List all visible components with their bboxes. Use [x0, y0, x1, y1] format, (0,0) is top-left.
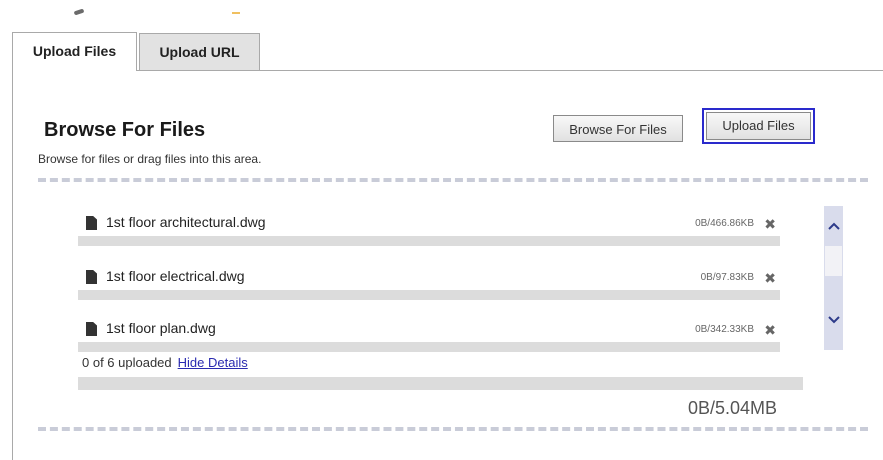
file-size: 0B/97.83KB: [700, 272, 754, 283]
drop-hint: Browse for files or drag files into this…: [38, 152, 262, 166]
tab-upload-url[interactable]: Upload URL: [139, 33, 260, 70]
file-icon: [86, 216, 97, 230]
header-logo-fragment: [73, 8, 85, 16]
scrollbar-thumb[interactable]: [825, 246, 842, 276]
upload-summary: 0 of 6 uploaded Hide Details: [82, 355, 248, 370]
upload-files-button[interactable]: Upload Files: [702, 108, 815, 144]
close-icon[interactable]: ✖: [764, 216, 776, 233]
file-row: 1st floor architectural.dwg 0B/466.86KB …: [78, 206, 780, 254]
file-progress-bar: [78, 342, 780, 352]
file-size: 0B/342.33KB: [695, 324, 754, 335]
file-name: 1st floor plan.dwg: [106, 320, 216, 336]
upload-files-button-label: Upload Files: [706, 112, 811, 140]
file-name: 1st floor electrical.dwg: [106, 268, 245, 284]
file-row: 1st floor plan.dwg 0B/342.33KB ✖: [78, 312, 780, 360]
close-icon[interactable]: ✖: [764, 270, 776, 287]
file-progress-bar: [78, 290, 780, 300]
file-row: 1st floor electrical.dwg 0B/97.83KB ✖: [78, 260, 780, 308]
file-icon: [86, 322, 97, 336]
chevron-down-icon[interactable]: [824, 314, 843, 334]
upload-tabs: Upload Files Upload URL: [12, 32, 260, 71]
tab-upload-files[interactable]: Upload Files: [12, 32, 137, 71]
file-icon: [86, 270, 97, 284]
page-title: Browse For Files: [44, 119, 206, 141]
browse-for-files-button[interactable]: Browse For Files: [553, 115, 683, 142]
file-progress-bar: [78, 236, 780, 246]
header-accent-fragment: [232, 12, 240, 14]
hide-details-link[interactable]: Hide Details: [178, 355, 248, 370]
chevron-up-icon[interactable]: [824, 220, 843, 240]
file-size: 0B/466.86KB: [695, 218, 754, 229]
file-name: 1st floor architectural.dwg: [106, 214, 266, 230]
total-progress-bar: [78, 377, 803, 390]
file-list-scrollbar[interactable]: [824, 206, 843, 350]
close-icon[interactable]: ✖: [764, 322, 776, 339]
drop-zone-bottom-border: [38, 427, 868, 431]
total-size: 0B/5.04MB: [688, 398, 778, 418]
drop-zone-top-border: [38, 178, 868, 182]
upload-status: 0 of 6 uploaded: [82, 355, 172, 370]
